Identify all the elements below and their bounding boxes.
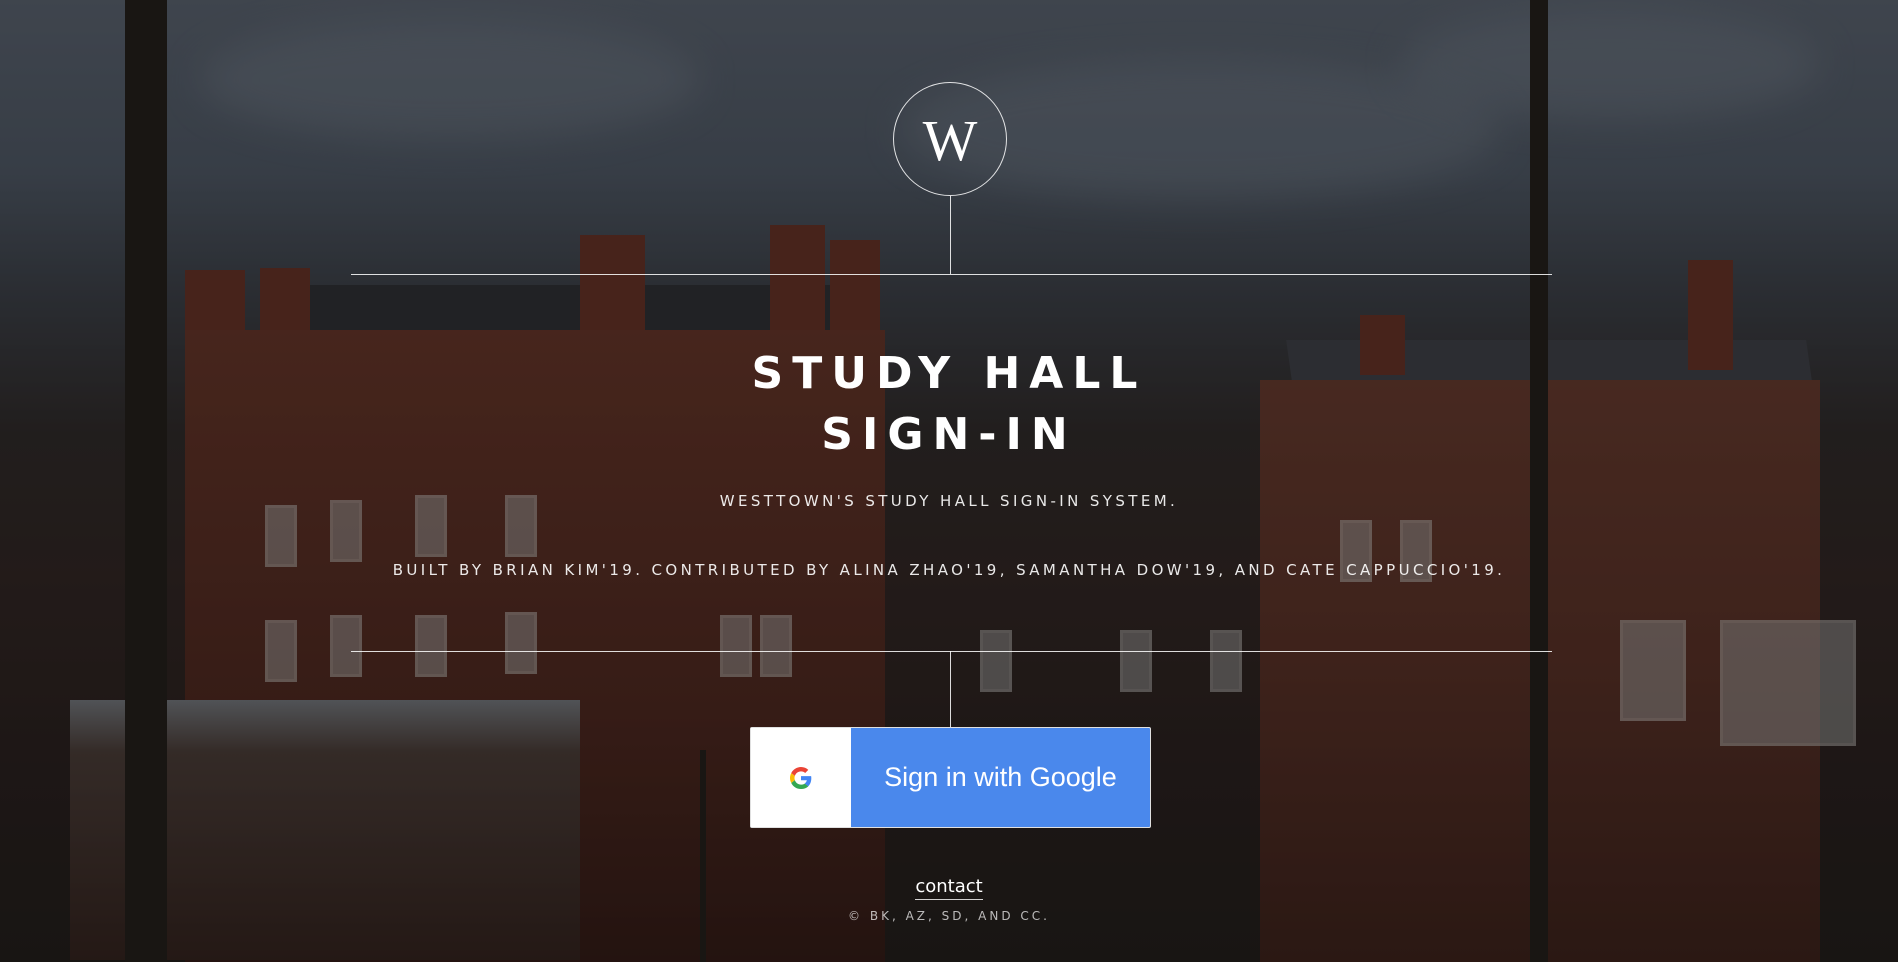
credits-text: BUILT BY BRIAN KIM'19. CONTRIBUTED BY AL…	[392, 561, 1506, 579]
title-line-2: SIGN-IN	[821, 409, 1077, 460]
system-description: WESTTOWN'S STUDY HALL SIGN-IN SYSTEM.	[719, 492, 1179, 510]
divider-horizontal-bottom	[351, 651, 1552, 652]
google-icon-box	[751, 728, 851, 827]
divider-vertical-bottom	[950, 651, 951, 727]
google-sign-in-button[interactable]: Sign in with Google	[750, 727, 1151, 828]
title-line-1: STUDY HALL	[751, 348, 1147, 399]
google-sign-in-label: Sign in with Google	[884, 762, 1117, 792]
contact-link[interactable]: contact	[915, 876, 983, 900]
copyright-text: © BK, AZ, SD, AND CC.	[848, 909, 1050, 923]
page-title: STUDY HALL SIGN-IN	[0, 343, 1898, 465]
logo-letter: W	[922, 108, 978, 173]
westtown-logo: W	[893, 82, 1007, 196]
contact-container: contact	[0, 876, 1898, 900]
google-g-icon	[790, 766, 812, 789]
divider-vertical-top	[950, 196, 951, 274]
divider-horizontal-top	[351, 274, 1552, 275]
